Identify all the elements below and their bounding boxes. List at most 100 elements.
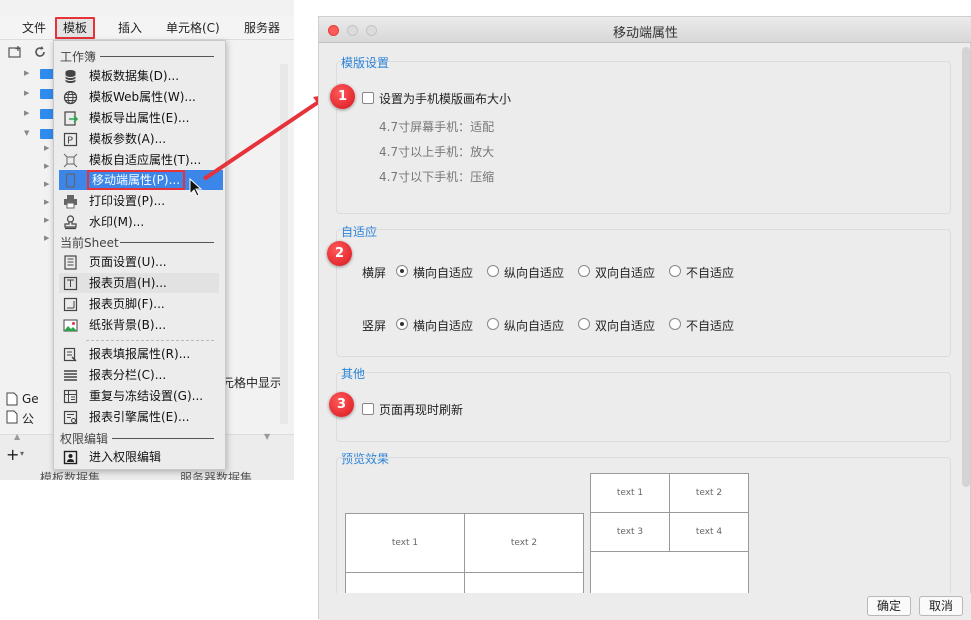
adaptive-group [336,229,951,357]
tree-toolbar [0,42,60,64]
section-sheet-label: 当前Sheet [60,236,119,250]
folder-icon [40,89,54,99]
menu-item-label: 报表页眉(H)... [89,276,167,290]
landscape-radio-horizontal[interactable] [396,265,408,277]
globe-icon [63,90,78,105]
tree-subitem-arrow[interactable]: ▶ [44,198,49,206]
menu-item-fill-attributes[interactable]: 报表填报属性(R)... [59,344,219,364]
tree-subitem-arrow[interactable]: ▶ [44,234,49,242]
file-item[interactable]: Ge [6,392,39,406]
add-icon[interactable]: + [6,445,19,464]
section-workbook-label: 工作簿 [60,50,97,64]
radio-label: 双向自适应 [595,266,656,280]
menu-item-template-parameters[interactable]: P 模板参数(A)... [59,129,219,149]
menu-item-report-header[interactable]: 报表页眉(H)... [59,273,219,293]
menu-item-web-attributes[interactable]: 模板Web属性(W)... [59,87,219,107]
dialog-scrollbar[interactable] [962,47,970,487]
preview-area: text 1 text 2 text 1 text 2 text 3 text … [336,457,951,607]
portrait-label: 竖屏 [362,319,387,333]
menu-cell[interactable]: 单元格(C) [166,19,220,37]
cancel-button[interactable]: 取消 [919,596,963,616]
step-marker-1: 1 [330,84,355,109]
tree-subitem-arrow[interactable]: ▶ [44,180,49,188]
menu-item-label: 重复与冻结设置(G)... [89,389,204,403]
scroll-down-icon[interactable]: ▼ [264,432,270,441]
mobile-attributes-dialog: 移动端属性 模版设置 设置为手机模版画布大小 4.7寸屏幕手机：适配 4.7寸以… [318,16,971,620]
preview-cell: text 2 [669,473,749,513]
menu-item-label: 模板自适应属性(T)... [89,153,202,167]
permission-icon [63,450,78,465]
divider [120,242,214,243]
menu-item-adaptive-attributes[interactable]: 模板自适应属性(T)... [59,150,219,170]
preview-cell: text 1 [345,513,465,573]
tab-template-dataset[interactable]: 模板数据集 [40,469,100,480]
divider [112,438,214,439]
menu-item-enter-permission-edit[interactable]: 进入权限编辑 [59,447,219,467]
refresh-on-show-checkbox[interactable] [362,403,374,415]
export-icon [64,111,78,126]
ok-button[interactable]: 确定 [867,596,911,616]
portrait-radio-horizontal[interactable] [396,318,408,330]
menu-item-label: 报表引擎属性(E)... [89,410,190,424]
divider [100,56,214,57]
menu-item-template-dataset[interactable]: 模板数据集(D)... [59,66,219,86]
background-image-icon [63,319,78,332]
menu-item-label: 报表分栏(C)... [89,368,167,382]
tab-server-dataset[interactable]: 服务器数据集 [180,469,252,480]
step-marker-2: 2 [327,241,352,266]
menu-item-page-setup[interactable]: 页面设置(U)... [59,252,219,272]
dialog-title: 移动端属性 [612,26,678,41]
menu-item-engine-attributes[interactable]: 报表引擎属性(E)... [59,407,219,427]
parameter-icon: P [63,132,78,147]
refresh-icon[interactable] [33,45,47,59]
landscape-radio-none[interactable] [669,265,681,277]
other-title: 其他 [341,367,366,381]
header-icon [63,276,78,291]
radio-label: 纵向自适应 [504,266,565,280]
tree-subitem-arrow[interactable]: ▶ [44,216,49,224]
radio-label: 横向自适应 [413,319,474,333]
chevron-down-icon[interactable]: ▾ [20,449,24,458]
menu-item-report-footer[interactable]: 报表页脚(F)... [59,294,219,314]
divider [86,340,214,341]
document-icon [6,410,18,424]
menu-item-export-attributes[interactable]: 模板导出属性(E)... [59,108,219,128]
menu-item-repeat-freeze[interactable]: 重复与冻结设置(G)... [59,386,219,406]
svg-text:P: P [67,136,73,147]
adaptive-icon [63,153,78,168]
preview-cell: text 2 [464,513,584,573]
portrait-radio-vertical[interactable] [487,318,499,330]
menu-server[interactable]: 服务器 [244,19,280,37]
page-setup-icon [64,255,77,270]
step-marker-3: 3 [329,392,354,417]
portrait-radio-none[interactable] [669,318,681,330]
template-tree: ▶ ▶ ▶ ▼ ▶ ▶ ▶ ▶ ▶ ▶ [0,64,60,424]
menu-item-paper-background[interactable]: 纸张背景(B)... [59,315,219,335]
landscape-radio-vertical[interactable] [487,265,499,277]
menu-item-label: 页面设置(U)... [89,255,167,269]
menu-file[interactable]: 文件 [22,19,46,37]
fill-report-icon [63,347,77,362]
menu-item-label: 水印(M)... [89,215,145,229]
refresh-on-show-label: 页面再现时刷新 [379,403,464,417]
mobile-canvas-checkbox[interactable] [362,92,374,104]
portrait-radio-both[interactable] [578,318,590,330]
tree-subitem-arrow[interactable]: ▶ [44,162,49,170]
columns-icon [64,370,77,381]
menu-item-label: 打印设置(P)... [89,194,166,208]
tree-subitem-arrow[interactable]: ▶ [44,144,49,152]
radio-label: 双向自适应 [595,319,656,333]
new-folder-icon[interactable] [8,46,23,59]
menu-item-report-columns[interactable]: 报表分栏(C)... [59,365,219,385]
scroll-up-icon[interactable]: ▲ [14,432,20,441]
menu-template[interactable]: 模板 [55,17,96,39]
file-item[interactable]: 公 [6,410,34,427]
menu-item-label: 移动端属性(P)... [87,170,186,190]
menu-insert[interactable]: 插入 [118,19,142,37]
printer-icon [64,195,77,209]
radio-label: 不自适应 [686,319,735,333]
landscape-radio-both[interactable] [578,265,590,277]
menu-item-watermark[interactable]: 水印(M)... [59,212,219,232]
footer-icon [63,297,78,312]
note-below-47: 4.7寸以下手机：压缩 [379,170,495,184]
